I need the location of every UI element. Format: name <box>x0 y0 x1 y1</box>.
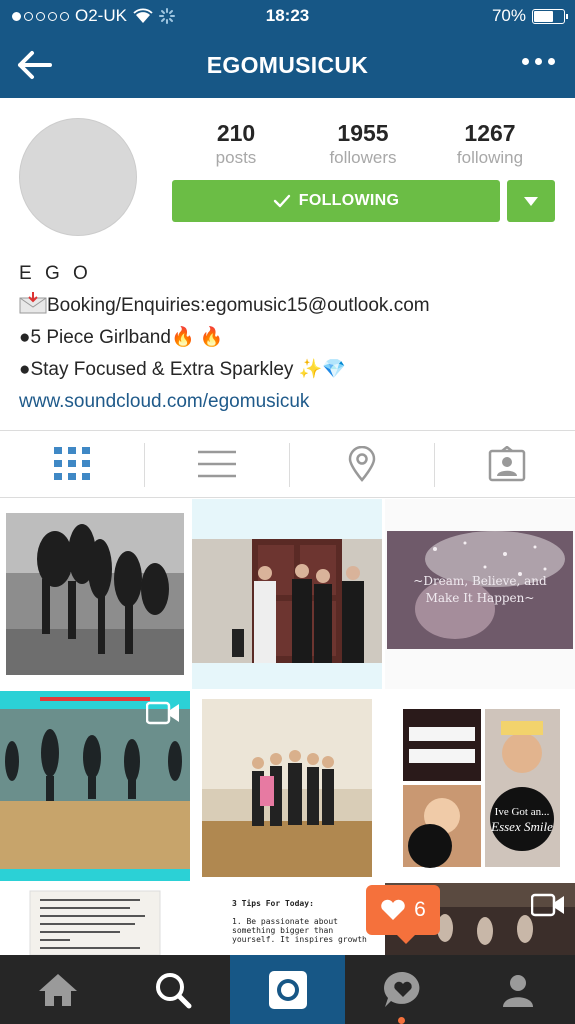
camera-icon <box>268 970 307 1009</box>
tips-caption: 3 Tips For Today: <box>232 899 314 908</box>
followers-count[interactable]: 1955 followers <box>303 120 423 168</box>
bio-girlband-line: ●5 Piece Girlband🔥 🔥 <box>19 327 224 348</box>
followers-label: followers <box>329 148 397 167</box>
video-thumbnail[interactable] <box>0 691 190 881</box>
post-thumbnail[interactable] <box>0 499 190 689</box>
list-icon <box>197 450 236 478</box>
battery-percentage: 70% <box>491 6 526 25</box>
post-thumbnail[interactable] <box>192 499 382 689</box>
following-label: following <box>456 148 524 167</box>
post-caption: Ive Got an... <box>495 806 550 818</box>
search-icon <box>155 972 191 1008</box>
svg-text:Essex Smile: Essex Smile <box>490 819 553 834</box>
posts-value: 210 <box>216 120 256 146</box>
tab-activity[interactable] <box>345 955 460 1024</box>
tab-camera[interactable] <box>230 955 345 1024</box>
following-button-label: FOLLOWING <box>298 192 400 209</box>
posts-label: posts <box>215 148 257 167</box>
tagged-user-icon <box>488 446 525 482</box>
status-bar: O2-UK 18:23 70% <box>0 0 575 32</box>
heart-icon <box>381 899 405 920</box>
nav-bar: EGOMUSICUK <box>0 36 575 94</box>
post-thumbnail[interactable]: ~Dream, Believe, and Make It Happen~ <box>385 499 575 689</box>
post-thumbnail[interactable]: Ive Got an... Essex Smile <box>385 691 575 881</box>
svg-text:Make It Happen~: Make It Happen~ <box>426 591 535 605</box>
activity-indicator-dot <box>398 1017 405 1024</box>
likes-notification-bubble[interactable]: 6 <box>366 885 440 944</box>
tab-profile[interactable] <box>460 955 575 1024</box>
bio-sparkley-line: ●Stay Focused & Extra Sparkley ✨💎 <box>19 359 347 380</box>
tab-list-view[interactable] <box>145 431 288 497</box>
following-button[interactable]: FOLLOWING <box>172 180 500 222</box>
suggestions-dropdown-button[interactable] <box>507 180 555 222</box>
grid-icon <box>53 447 90 480</box>
profile-view-tabs <box>0 430 575 498</box>
post-thumbnail[interactable] <box>0 883 190 955</box>
battery-icon <box>532 8 568 24</box>
location-pin-icon <box>348 446 375 482</box>
bio-booking-line: Booking/Enquiries:egomusic15@outlook.com <box>19 290 430 322</box>
tab-search[interactable] <box>115 955 230 1024</box>
avatar[interactable] <box>19 118 137 236</box>
triangle-down-icon <box>524 196 538 206</box>
checkmark-icon <box>273 194 290 208</box>
tab-grid-view[interactable] <box>0 431 143 497</box>
home-icon <box>38 973 77 1006</box>
bio-name: E G O <box>19 263 92 284</box>
tab-tagged-photos[interactable] <box>435 431 575 497</box>
profile-username-title: EGOMUSICUK <box>206 52 369 78</box>
video-camera-icon <box>146 701 179 725</box>
following-count[interactable]: 1267 following <box>430 120 550 168</box>
tab-home[interactable] <box>0 955 115 1024</box>
notification-count: 6 <box>414 898 426 921</box>
tips-text: 1. Be passionate about something bigger … <box>232 917 367 944</box>
following-value: 1267 <box>464 120 516 146</box>
post-thumbnail[interactable]: 3 Tips For Today: 1. Be passionate about… <box>192 883 382 955</box>
profile-bio: E G O Booking/Enquiries:egomusic15@outlo… <box>19 258 430 418</box>
profile-icon <box>502 974 533 1007</box>
post-caption: ~Dream, Believe, and <box>413 574 547 588</box>
bio-booking-text: Booking/Enquiries:egomusic15@outlook.com <box>47 295 430 316</box>
app-header: O2-UK 18:23 70% EGOMUSICUK <box>0 0 575 98</box>
posts-count[interactable]: 210 posts <box>176 120 296 168</box>
bio-website-link[interactable]: www.soundcloud.com/egomusicuk <box>19 386 430 418</box>
posts-grid: ~Dream, Believe, and Make It Happen~ Ive… <box>0 499 575 955</box>
followers-value: 1955 <box>337 120 389 146</box>
envelope-icon <box>19 292 47 314</box>
bottom-tab-bar <box>0 955 575 1024</box>
video-camera-icon <box>531 893 564 917</box>
tab-map-view[interactable] <box>290 431 433 497</box>
status-time: 18:23 <box>265 6 310 25</box>
post-thumbnail[interactable] <box>192 691 382 881</box>
activity-heart-icon <box>383 971 419 1007</box>
battery-status: 70% <box>491 6 568 26</box>
more-dots-icon[interactable] <box>522 58 555 65</box>
